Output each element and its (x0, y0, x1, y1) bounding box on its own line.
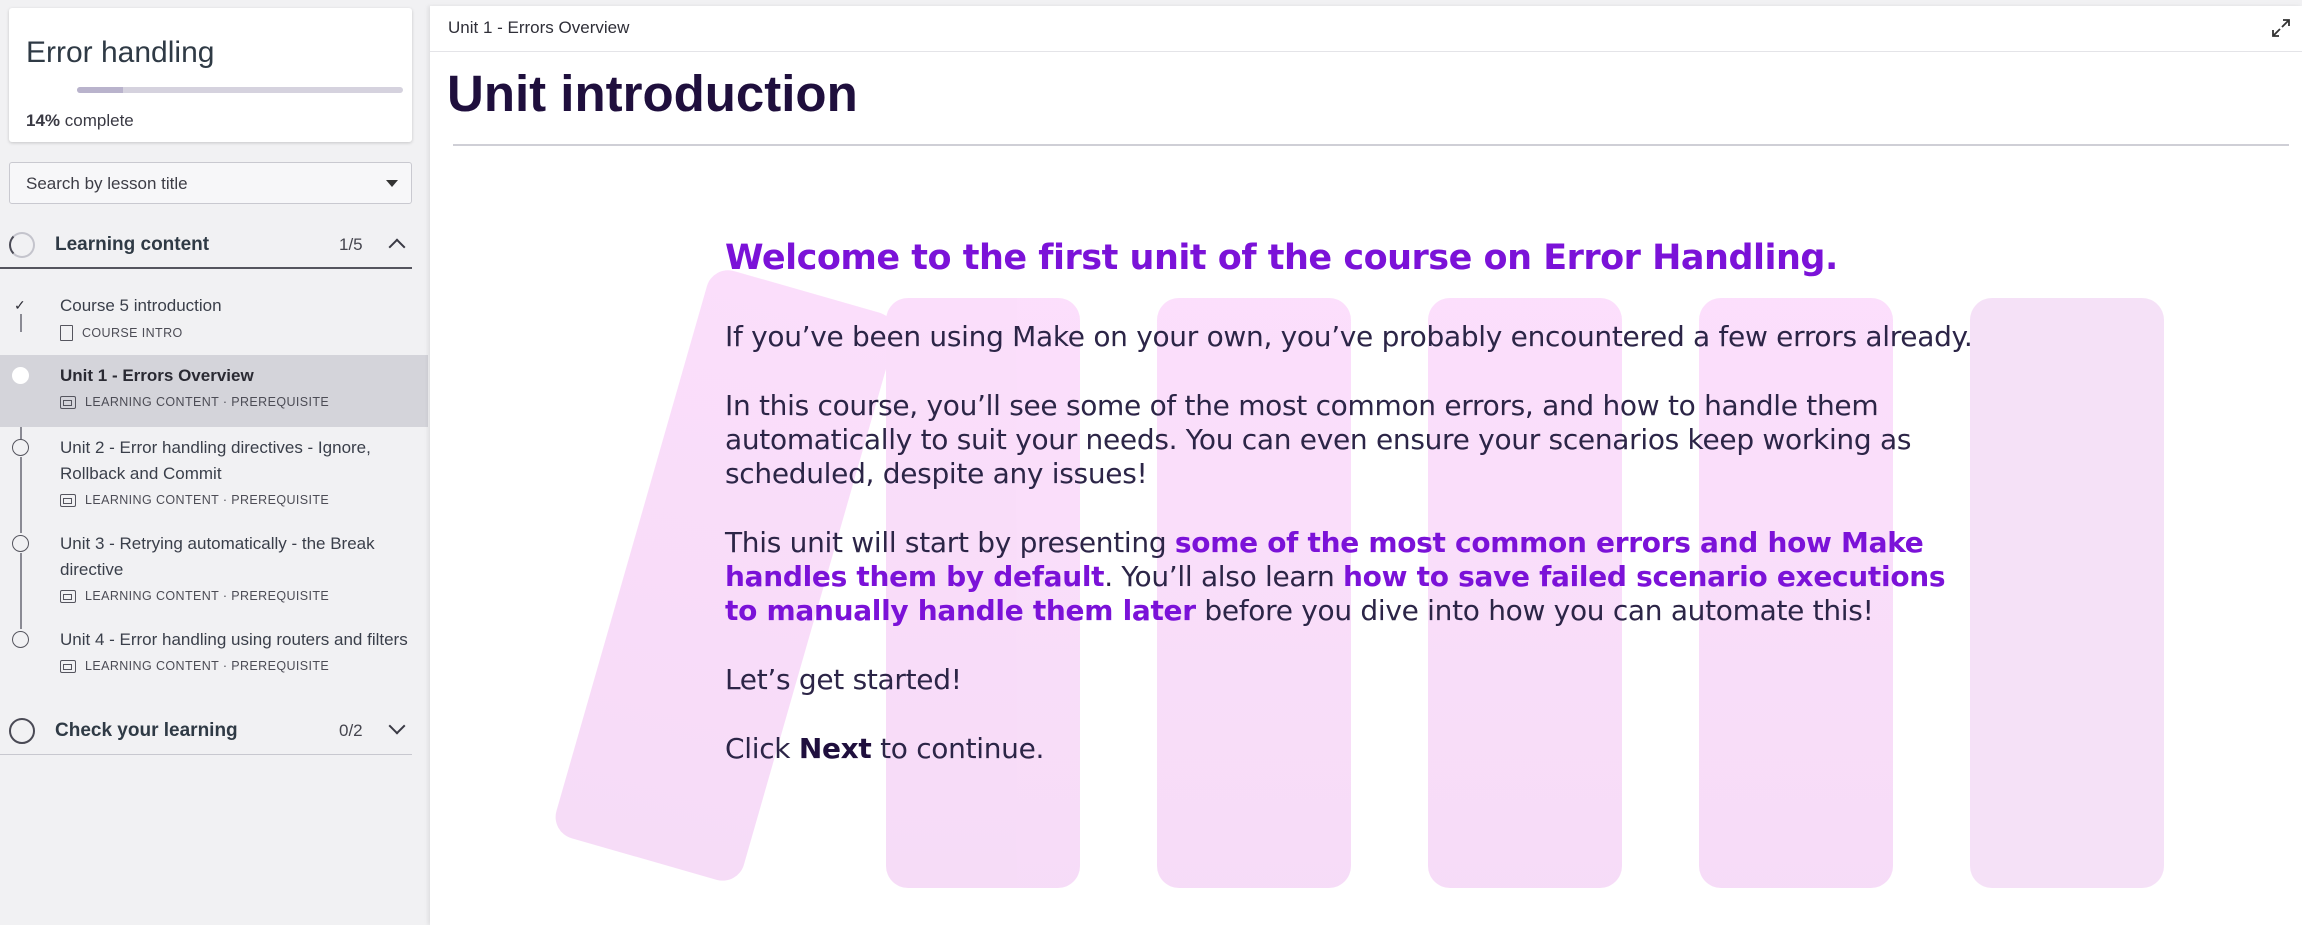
lesson-meta-text: LEARNING CONTENT · PREREQUISITE (85, 395, 330, 409)
section-title: Check your learning (55, 720, 238, 741)
lesson-meta-text: LEARNING CONTENT · PREREQUISITE (85, 493, 330, 507)
lesson-status-icon (12, 535, 29, 552)
lesson-title: Unit 1 - Errors Overview (60, 366, 254, 385)
lesson-heading: Welcome to the first unit of the course … (725, 238, 1838, 278)
lesson-content-panel: Unit 1 - Errors Overview Unit introducti… (430, 6, 2302, 925)
paragraph-2: In this course, you’ll see some of the m… (725, 389, 1912, 490)
progress-ring-icon (9, 718, 35, 744)
divider (453, 144, 2289, 146)
lesson-meta: LEARNING CONTENT · PREREQUISITE (60, 589, 329, 603)
paragraph-3-text: before you dive into how you can automat… (1195, 594, 1874, 627)
lesson-item-unit-2[interactable]: Unit 2 - Error handling directives - Ign… (0, 427, 428, 523)
progress-ring-icon (9, 232, 35, 258)
lesson-status-icon (12, 367, 29, 384)
next-keyword: Next (798, 732, 872, 765)
lesson-status-icon (12, 631, 29, 648)
lesson-topbar: Unit 1 - Errors Overview (430, 6, 2302, 52)
progress-label: 14% complete (26, 111, 134, 131)
section-title: Learning content (55, 234, 210, 255)
section-count: 0/2 (339, 721, 363, 740)
paragraph-3-text: . You’ll also learn (1104, 560, 1344, 593)
lesson-meta-text: COURSE INTRO (82, 326, 183, 340)
course-progress-fill (77, 87, 123, 93)
paragraph-1: If you’ve been using Make on your own, y… (725, 320, 1973, 353)
course-progress-bar (77, 87, 403, 93)
lesson-type-icon (60, 659, 76, 673)
paragraph-4: Let’s get started! (725, 663, 962, 696)
breadcrumb: Unit 1 - Errors Overview (448, 18, 630, 37)
lesson-item-unit-1[interactable]: Unit 1 - Errors Overview LEARNING CONTEN… (0, 355, 428, 427)
lesson-item-unit-3[interactable]: Unit 3 - Retrying automatically - the Br… (0, 523, 428, 619)
lesson-meta-text: LEARNING CONTENT · PREREQUISITE (85, 589, 330, 603)
lesson-status-icon (12, 439, 29, 456)
paragraph-5-text: Click (725, 732, 799, 765)
lesson-meta: LEARNING CONTENT · PREREQUISITE (60, 493, 329, 507)
course-summary-card: Error handling 14% complete (9, 8, 412, 142)
lesson-type-icon (60, 589, 76, 603)
course-title: Error handling (26, 36, 215, 69)
paragraph-5-text: to continue. (871, 732, 1045, 765)
progress-suffix: complete (64, 111, 134, 130)
lesson-body: Welcome to the first unit of the course … (725, 238, 1985, 766)
progress-percent: 14% (26, 111, 61, 130)
decor-bar (1970, 298, 2164, 888)
chevron-up-icon[interactable] (388, 238, 406, 256)
document-icon (60, 325, 73, 341)
checkmark-icon: ✓ (14, 297, 26, 313)
paragraph-3: This unit will start by presenting some … (725, 526, 1965, 628)
lesson-type-icon (60, 395, 76, 409)
lesson-title: Course 5 introduction (60, 296, 222, 315)
paragraph-3-text: This unit will start by presenting (725, 526, 1175, 559)
lesson-meta: COURSE INTRO (60, 325, 183, 341)
lesson-title: Unit 3 - Retrying automatically - the Br… (60, 534, 375, 579)
lesson-item-unit-4[interactable]: Unit 4 - Error handling using routers an… (0, 619, 428, 689)
lesson-item-course-intro[interactable]: ✓ Course 5 introduction COURSE INTRO (0, 285, 428, 355)
lesson-meta-text: LEARNING CONTENT · PREREQUISITE (85, 659, 330, 673)
expand-icon[interactable] (2270, 17, 2292, 39)
section-header-check-your-learning[interactable]: Check your learning 0/2 (0, 707, 412, 755)
caret-down-icon (386, 180, 398, 187)
course-sidebar: Error handling 14% complete Search by le… (0, 0, 428, 925)
lesson-meta: LEARNING CONTENT · PREREQUISITE (60, 395, 329, 409)
section-count: 1/5 (339, 235, 363, 254)
chevron-down-icon[interactable] (388, 717, 406, 735)
lesson-title: Unit 4 - Error handling using routers an… (60, 630, 408, 649)
lesson-meta: LEARNING CONTENT · PREREQUISITE (60, 659, 329, 673)
search-placeholder: Search by lesson title (26, 174, 188, 193)
lesson-search-dropdown[interactable]: Search by lesson title (9, 162, 412, 204)
section-header-learning-content[interactable]: Learning content 1/5 (0, 221, 412, 269)
lesson-title: Unit 2 - Error handling directives - Ign… (60, 438, 371, 483)
paragraph-5: Click Next to continue. (725, 732, 1985, 766)
page-title: Unit introduction (447, 65, 858, 122)
lesson-type-icon (60, 493, 76, 507)
